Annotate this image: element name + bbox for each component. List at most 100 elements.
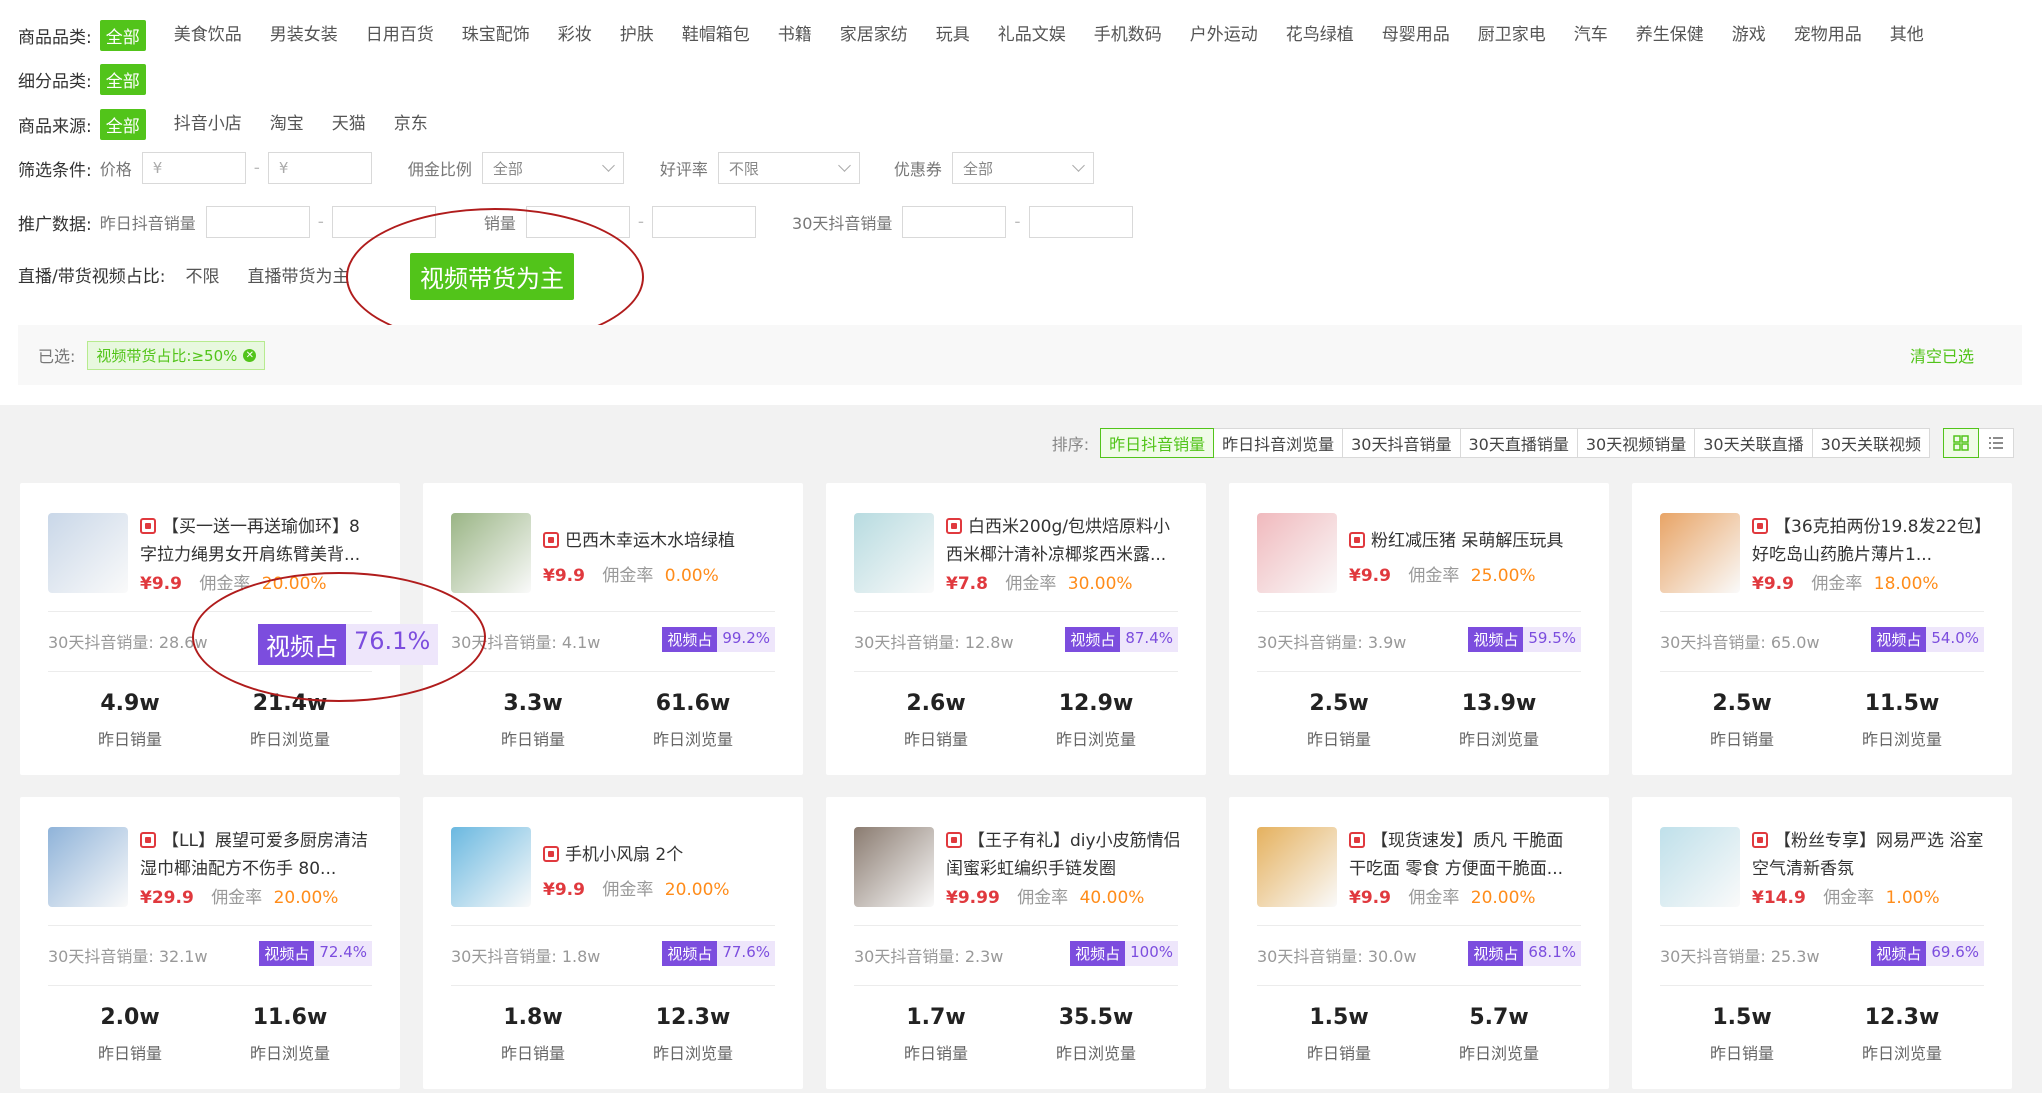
source-option-2[interactable]: 淘宝 <box>270 109 304 140</box>
range-dash: - <box>253 158 260 178</box>
product-card[interactable]: 手机小风扇 2个 ¥9.9 佣金率 20.00% 30天抖音销量: 1.8w 视… <box>423 797 803 1089</box>
category-option-10[interactable]: 玩具 <box>936 20 970 51</box>
video-share-value: 69.6% <box>1926 941 1984 966</box>
yesterday-views-value: 12.9w <box>1058 691 1134 716</box>
source-option-3[interactable]: 天猫 <box>332 109 366 140</box>
product-thumbnail[interactable] <box>48 513 128 593</box>
commission-value: 18.00% <box>1873 574 1939 594</box>
category-option-11[interactable]: 礼品文娱 <box>998 20 1066 51</box>
sales30-text: 30天抖音销量: 25.3w <box>1660 943 1820 967</box>
product-thumbnail[interactable] <box>451 513 531 593</box>
price-max-input[interactable]: ¥ <box>267 152 372 184</box>
product-card[interactable]: 巴西木幸运木水培绿植 ¥9.9 佣金率 0.00% 30天抖音销量: 4.1w … <box>423 483 803 775</box>
category-option-9[interactable]: 家居家纺 <box>840 20 908 51</box>
category-option-1[interactable]: 美食饮品 <box>174 20 242 51</box>
sort-option-5[interactable]: 30天关联直播 <box>1694 428 1813 458</box>
yesterday-views-caption: 昨日浏览量 <box>1861 730 1942 749</box>
sales30-text: 30天抖音销量: 3.9w <box>1257 629 1406 653</box>
product-thumbnail[interactable] <box>1660 513 1740 593</box>
category-option-4[interactable]: 珠宝配饰 <box>462 20 530 51</box>
sales30-max-input[interactable] <box>1028 206 1133 238</box>
product-title[interactable]: 巴西木幸运木水培绿植 <box>543 527 779 555</box>
yesterday-sales-value: 2.6w <box>906 691 966 716</box>
ratio-option-live[interactable]: 直播带货为主 <box>247 262 349 287</box>
product-thumbnail[interactable] <box>1660 827 1740 907</box>
range-dash: - <box>317 212 324 232</box>
sales30-min-input[interactable] <box>902 206 1007 238</box>
product-card[interactable]: 【现货速发】质凡 干脆面 干吃面 零食 方便面干脆面... ¥9.9 佣金率 2… <box>1229 797 1609 1089</box>
product-card[interactable]: 【36克拍两份19.8发22包】好吃岛山药脆片薄片1... ¥9.9 佣金率 1… <box>1632 483 2012 775</box>
selected-tag[interactable]: 视频带货占比:≥50% ✕ <box>87 340 266 370</box>
video-dominant-button[interactable]: 视频带货为主 <box>410 253 574 300</box>
product-card[interactable]: 【LL】展望可爱多厨房清洁湿巾椰油配方不伤手 80... ¥29.9 佣金率 2… <box>20 797 400 1089</box>
coupon-select[interactable]: 全部 <box>951 152 1094 184</box>
product-title[interactable]: 【现货速发】质凡 干脆面 干吃面 零食 方便面干脆面... <box>1349 827 1585 883</box>
product-title[interactable]: 粉红减压猪 呆萌解压玩具 <box>1349 527 1585 555</box>
grid-view-button[interactable] <box>1943 428 1979 458</box>
product-card[interactable]: 【王子有礼】diy小皮筋情侣闺蜜彩虹编织手链发圈 ¥9.99 佣金率 40.00… <box>826 797 1206 1089</box>
close-icon[interactable]: ✕ <box>243 348 257 362</box>
source-option-4[interactable]: 京东 <box>394 109 428 140</box>
category-option-21[interactable]: 其他 <box>1890 20 1924 51</box>
category-option-7[interactable]: 鞋帽箱包 <box>682 20 750 51</box>
product-thumbnail[interactable] <box>1257 513 1337 593</box>
ratio-option-unlimited[interactable]: 不限 <box>185 262 219 287</box>
category-option-13[interactable]: 户外运动 <box>1190 20 1258 51</box>
product-thumbnail[interactable] <box>1257 827 1337 907</box>
sort-option-2[interactable]: 30天抖音销量 <box>1342 428 1461 458</box>
sort-option-4[interactable]: 30天视频销量 <box>1576 428 1696 458</box>
category-option-14[interactable]: 花鸟绿植 <box>1286 20 1354 51</box>
product-title[interactable]: 【买一送一再送瑜伽环】8字拉力绳男女开肩练臂美背... <box>140 513 376 569</box>
views-max-input[interactable] <box>652 206 757 238</box>
category-option-3[interactable]: 日用百货 <box>366 20 434 51</box>
yesterday-views-stat: 11.6w 昨日浏览量 <box>210 1005 370 1064</box>
sort-option-1[interactable]: 昨日抖音浏览量 <box>1213 428 1344 458</box>
product-thumbnail[interactable] <box>854 827 934 907</box>
yesterday-sales-stat: 1.8w 昨日销量 <box>453 1005 613 1064</box>
category-option-17[interactable]: 汽车 <box>1574 20 1608 51</box>
video-share-badge: 视频占 68.1% <box>1468 941 1581 966</box>
clear-selected-link[interactable]: 清空已选 <box>1910 343 1974 367</box>
product-title[interactable]: 白西米200g/包烘焙原料小西米椰汁清补凉椰浆西米露... <box>946 513 1182 569</box>
source-option-1[interactable]: 抖音小店 <box>174 109 242 140</box>
product-title[interactable]: 【粉丝专享】网易严选 浴室空气清新香氛 <box>1752 827 1988 883</box>
rating-select[interactable]: 不限 <box>717 152 860 184</box>
yesterday-sales-min-input[interactable] <box>205 206 310 238</box>
product-thumbnail[interactable] <box>48 827 128 907</box>
category-option-20[interactable]: 宠物用品 <box>1794 20 1862 51</box>
product-card[interactable]: 粉红减压猪 呆萌解压玩具 ¥9.9 佣金率 25.00% 30天抖音销量: 3.… <box>1229 483 1609 775</box>
product-thumbnail[interactable] <box>854 513 934 593</box>
source-option-0[interactable]: 全部 <box>99 109 146 140</box>
yesterday-views-stat: 61.6w 昨日浏览量 <box>613 691 773 750</box>
product-title[interactable]: 【王子有礼】diy小皮筋情侣闺蜜彩虹编织手链发圈 <box>946 827 1182 883</box>
category-option-2[interactable]: 男装女装 <box>270 20 338 51</box>
category-option-8[interactable]: 书籍 <box>778 20 812 51</box>
product-title[interactable]: 【36克拍两份19.8发22包】好吃岛山药脆片薄片1... <box>1752 513 1988 569</box>
yesterday-sales-max-input[interactable] <box>331 206 436 238</box>
commission-select[interactable]: 全部 <box>481 152 624 184</box>
product-thumbnail[interactable] <box>451 827 531 907</box>
category-option-18[interactable]: 养生保健 <box>1636 20 1704 51</box>
yesterday-views-value: 61.6w <box>655 691 731 716</box>
category-option-0[interactable]: 全部 <box>99 20 146 51</box>
product-title[interactable]: 【LL】展望可爱多厨房清洁湿巾椰油配方不伤手 80... <box>140 827 376 883</box>
commission-label: 佣金率 <box>602 566 654 586</box>
list-view-button[interactable] <box>1978 428 2014 458</box>
sort-option-0[interactable]: 昨日抖音销量 <box>1100 428 1215 458</box>
sort-option-3[interactable]: 30天直播销量 <box>1459 428 1578 458</box>
yesterday-sales-caption: 昨日销量 <box>1709 730 1774 749</box>
product-title[interactable]: 手机小风扇 2个 <box>543 841 779 869</box>
category-option-5[interactable]: 彩妆 <box>558 20 592 51</box>
category-option-15[interactable]: 母婴用品 <box>1382 20 1450 51</box>
list-icon <box>1989 437 2003 449</box>
category-option-16[interactable]: 厨卫家电 <box>1478 20 1546 51</box>
product-card[interactable]: 【粉丝专享】网易严选 浴室空气清新香氛 ¥14.9 佣金率 1.00% 30天抖… <box>1632 797 2012 1089</box>
category-option-6[interactable]: 护肤 <box>620 20 654 51</box>
category-option-19[interactable]: 游戏 <box>1732 20 1766 51</box>
subcategory-option-all[interactable]: 全部 <box>99 64 146 95</box>
sort-option-6[interactable]: 30天关联视频 <box>1811 428 1930 458</box>
category-option-12[interactable]: 手机数码 <box>1094 20 1162 51</box>
product-card[interactable]: 白西米200g/包烘焙原料小西米椰汁清补凉椰浆西米露... ¥7.8 佣金率 3… <box>826 483 1206 775</box>
views-min-input[interactable] <box>525 206 630 238</box>
price-min-input[interactable]: ¥ <box>141 152 246 184</box>
